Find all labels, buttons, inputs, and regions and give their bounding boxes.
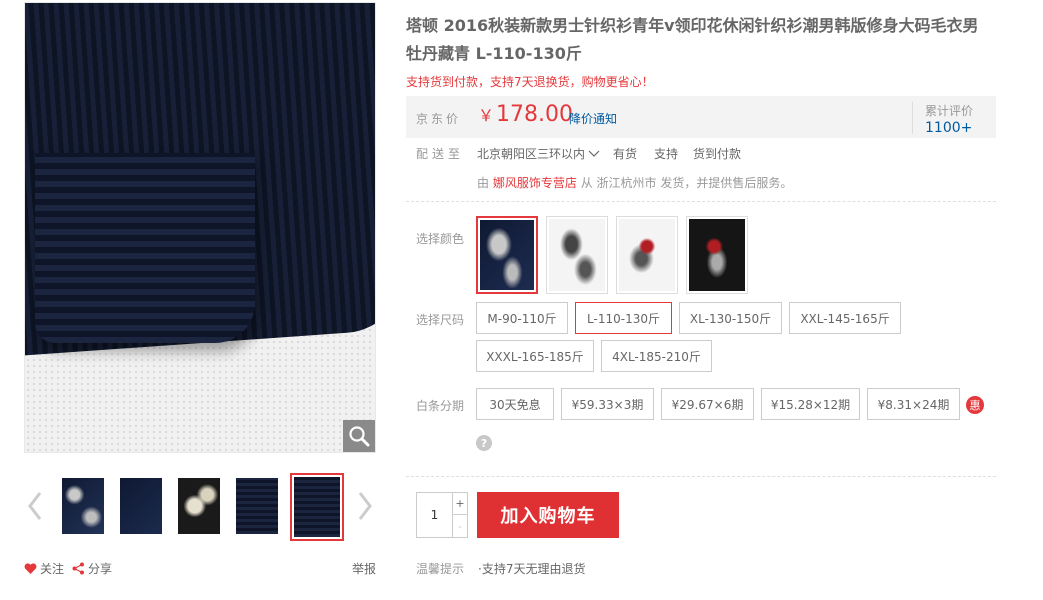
currency-symbol: ￥ [478,106,495,125]
installment-option[interactable]: ¥8.31×24期 [867,388,960,420]
quantity-minus-button[interactable]: - [453,515,467,537]
size-option[interactable]: XL-130-150斤 [679,302,782,334]
chevron-down-icon [588,150,600,157]
tips-item: ·支持7天无理由退货 [478,562,586,576]
delivery-location-selector[interactable]: 北京朝阳区三环以内 [477,145,600,162]
chevron-right-icon [358,492,372,520]
magnifier-icon [349,426,370,447]
seller-prefix: 由 [477,176,490,190]
share-label: 分享 [88,562,113,576]
thumbnail-2[interactable] [116,474,166,538]
heart-icon [24,562,37,574]
color-options [476,216,748,294]
cod-link[interactable]: 货到付款 [693,145,741,162]
add-to-cart-button[interactable]: 加入购物车 [477,492,619,538]
follow-label: 关注 [40,562,65,576]
color-label: 选择颜色 [416,232,465,246]
thumbnail-4[interactable] [232,474,282,538]
size-option[interactable]: XXXL-165-185斤 [476,340,594,372]
price-label: 京东价 [416,112,462,126]
size-label: 选择尺码 [416,313,465,327]
installment-option[interactable]: ¥15.28×12期 [761,388,860,420]
thumbnail-3[interactable] [174,474,224,538]
color-swatch[interactable] [546,216,608,294]
thumb-next-button[interactable] [354,488,376,524]
tips-label: 温馨提示 [416,562,465,576]
delivery-location-text: 北京朝阳区三环以内 [477,147,586,161]
price-drop-notify-link[interactable]: 降价通知 [569,110,617,127]
review-summary[interactable]: 累计评价 1100+ [912,102,996,136]
share-icon [72,562,84,575]
follow-button[interactable]: 关注 [24,560,64,577]
thumbnail-1[interactable] [58,474,108,538]
report-label: 举报 [351,562,376,576]
thumbnail-strip [24,473,376,541]
zoom-button[interactable] [343,420,375,452]
installment-label: 白条分期 [416,399,465,413]
help-icon[interactable]: ? [476,435,492,451]
color-swatch[interactable] [686,216,748,294]
size-option[interactable]: 4XL-185-210斤 [601,340,712,372]
product-actions: 关注 分享 举报 [24,560,376,578]
divider [406,201,996,202]
installment-option[interactable]: ¥59.33×3期 [561,388,654,420]
support-label: 支持 [654,147,679,161]
thumb-prev-button[interactable] [24,488,46,524]
main-product-image[interactable] [24,2,376,453]
quantity-plus-button[interactable]: + [453,493,467,515]
color-swatch[interactable] [616,216,678,294]
discount-badge-icon[interactable]: 惠 [966,396,984,414]
shop-link[interactable]: 娜风服饰专营店 [493,176,577,190]
quantity-stepper: + - [416,492,468,538]
review-count[interactable]: 1100+ [925,120,996,136]
report-link[interactable]: 举报 [352,560,376,577]
chevron-left-icon [28,492,42,520]
installment-option[interactable]: 30天免息 [476,388,554,420]
seller-info: 由 娜风服饰专营店 从 浙江杭州市 发货，并提供售后服务。 [477,174,792,191]
quantity-input[interactable] [417,493,453,537]
size-option[interactable]: XXL-145-165斤 [789,302,901,334]
review-label: 累计评价 [925,104,974,118]
sweater-cuff-image [35,153,255,343]
size-option[interactable]: M-90-110斤 [476,302,568,334]
delivery-row: 配送至 北京朝阳区三环以内 有货 支持 货到付款 [406,145,996,165]
size-option-selected[interactable]: L-110-130斤 [575,302,672,334]
installment-option[interactable]: ¥29.67×6期 [661,388,754,420]
price-amount: 178.00 [496,102,573,127]
price-value: ￥178.00 [478,102,573,127]
share-button[interactable]: 分享 [72,560,112,577]
delivery-label: 配送至 [416,147,465,161]
stock-status: 有货 [613,147,638,161]
price-box: 京东价 ￥178.00 降价通知 累计评价 1100+ [406,96,996,138]
product-title: 塔顿 2016秋装新款男士针织衫青年v领印花休闲针织衫潮男韩版修身大码毛衣男 牡… [406,16,979,63]
promo-text: 支持货到付款，支持7天退换货，购物更省心！ [406,75,654,89]
seller-suffix: 从 浙江杭州市 发货，并提供售后服务。 [580,176,793,190]
thumbnail-5-active[interactable] [290,473,344,541]
color-swatch[interactable] [476,216,538,294]
divider [406,476,996,477]
